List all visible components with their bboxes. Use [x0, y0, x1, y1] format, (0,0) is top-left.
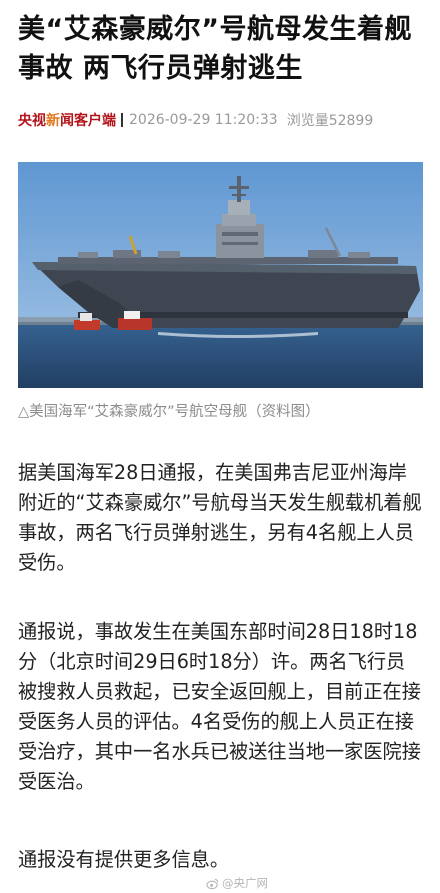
- weibo-icon: [206, 878, 219, 889]
- article-headline: 美“艾森豪威尔”号航母发生着舰事故 两飞行员弹射逃生: [18, 14, 412, 84]
- article-paragraph-1: 据美国海军28日通报，在美国弗吉尼亚州海岸附近的“艾森豪威尔”号航母当天发生舰载…: [18, 461, 422, 574]
- article-meta: 央视新闻客户端 2026-09-29 11:20:33 浏览量52899: [18, 110, 424, 130]
- aircraft-carrier-photo[interactable]: [18, 162, 423, 388]
- source-watermark: @央广网: [206, 874, 268, 892]
- source-logo[interactable]: 央视新闻客户端: [18, 110, 116, 130]
- photo-caption: △美国海军“艾森豪威尔”号航空母舰（资料图）: [18, 404, 320, 420]
- source-name-part1: 央视: [18, 113, 46, 129]
- meta-divider: [121, 113, 123, 127]
- view-count: 浏览量52899: [286, 113, 374, 129]
- article-paragraph-3: 通报没有提供更多信息。: [18, 848, 230, 871]
- source-name-highlight: 新: [46, 113, 60, 129]
- publish-datetime: 2026-09-29 11:20:33: [129, 112, 278, 128]
- article-paragraph-2: 通报说，事故发生在美国东部时间28日18时18分（北京时间29日6时18分）许。…: [18, 620, 421, 793]
- carrier-illustration: [18, 162, 423, 388]
- source-name-part2: 闻客户端: [60, 113, 116, 129]
- article-page: 美“艾森豪威尔”号航母发生着舰事故 两飞行员弹射逃生 央视新闻客户端 2026-…: [0, 0, 440, 893]
- watermark-text: @央广网: [222, 876, 268, 890]
